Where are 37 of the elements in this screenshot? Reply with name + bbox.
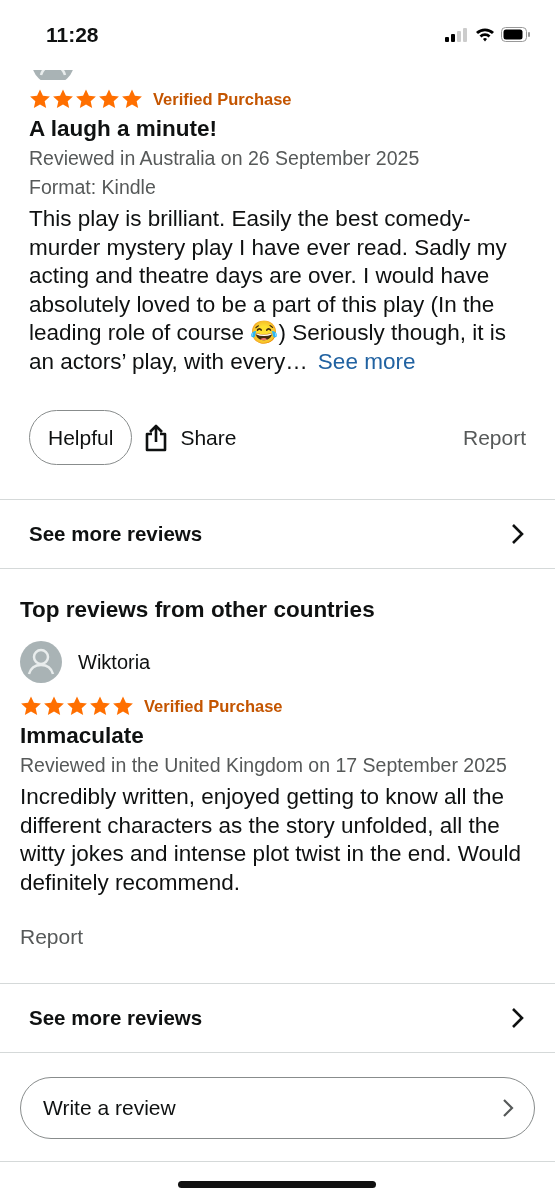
- see-more-reviews-link[interactable]: See more reviews: [29, 522, 203, 546]
- share-icon: [144, 423, 169, 452]
- star-icon: [75, 88, 97, 110]
- review-title: A laugh a minute!: [29, 116, 218, 142]
- helpful-button[interactable]: Helpful: [29, 410, 133, 465]
- reviewer-name: Wiktoria: [78, 650, 151, 674]
- see-more-reviews-link[interactable]: See more reviews: [29, 1006, 203, 1030]
- clock-time: 11:28: [46, 23, 99, 47]
- wifi-icon: [475, 27, 495, 42]
- star-icon: [66, 695, 88, 717]
- verified-purchase-label: Verified Purchase: [153, 89, 292, 109]
- battery-icon: [501, 27, 531, 42]
- chevron-right-icon: [502, 1098, 514, 1118]
- chevron-right-icon[interactable]: [511, 523, 525, 545]
- see-more-link[interactable]: See more: [317, 348, 416, 374]
- report-link[interactable]: Report: [462, 425, 526, 450]
- star-icon: [43, 695, 65, 717]
- verified-purchase-label: Verified Purchase: [144, 696, 283, 716]
- star-icon: [89, 695, 111, 717]
- review-meta: Reviewed in the United Kingdom on 17 September 2025: [20, 753, 508, 778]
- star-icon: [121, 88, 143, 110]
- star-icon: [29, 88, 51, 110]
- review-meta: Reviewed in Australia on 26 September 2025: [29, 146, 421, 171]
- star-icon: [20, 695, 42, 717]
- report-link[interactable]: Report: [20, 925, 84, 949]
- star-icon: [98, 88, 120, 110]
- review-text: Incredibly written, enjoyed getting to know all the different characters as the story unfolded, all the witty jokes and intense plot twist in the end. Would definitely recommend.: [20, 783, 523, 897]
- share-button[interactable]: Share: [144, 423, 237, 452]
- star-icon: [52, 88, 74, 110]
- signal-icon: [445, 27, 469, 42]
- review-text: This play is brilliant. Easily the best comedy-murder mystery play I have ever read. Sadly my acting and theatre days are over. I would have absolutely loved to be a part of this play (In the leading role of course 😂) Seriously though, it is an actors’ play, with every… See more: [29, 205, 508, 376]
- star-icon: [112, 695, 134, 717]
- section-heading: Top reviews from other countries: [20, 597, 376, 623]
- review-meta: Format: Kindle: [29, 175, 157, 200]
- write-review-button[interactable]: Write a review: [20, 1077, 535, 1139]
- chevron-right-icon[interactable]: [511, 1007, 525, 1029]
- review-title: Immaculate: [20, 723, 145, 749]
